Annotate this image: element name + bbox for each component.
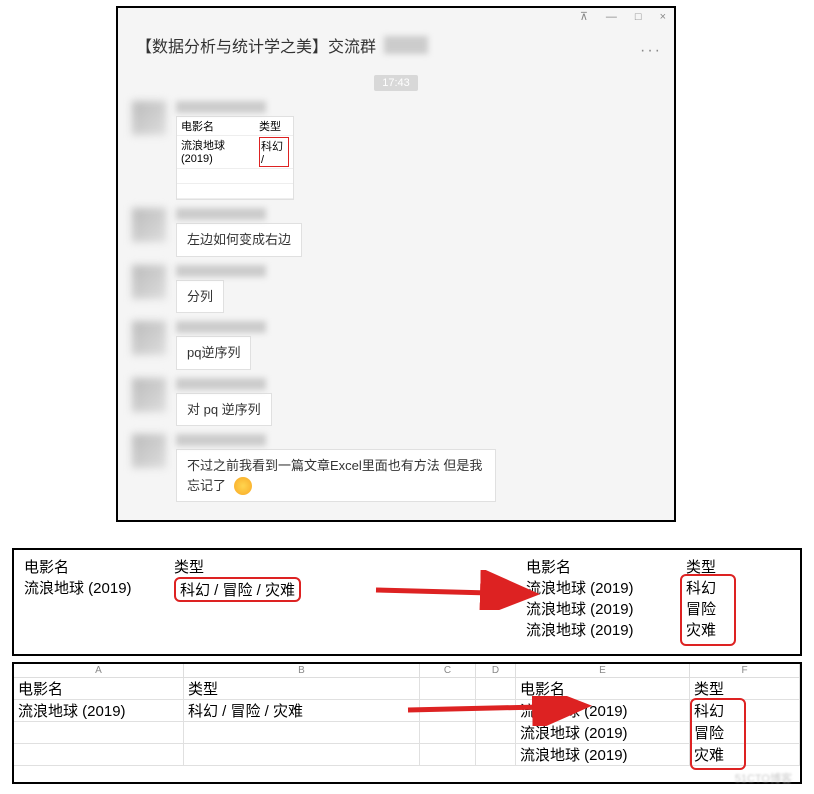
- panel-excel: A B C D E F 电影名 类型 电影名 类型 流浪地球 (2019) 科幻…: [12, 662, 802, 784]
- cell[interactable]: [476, 700, 516, 721]
- excel-grid: 电影名 类型 电影名 类型 流浪地球 (2019) 科幻 / 冒险 / 灾难 流…: [14, 678, 800, 782]
- close-icon[interactable]: ×: [660, 11, 666, 23]
- highlighted-value: 科幻 / 冒险 / 灾难: [174, 577, 301, 602]
- more-icon[interactable]: ···: [640, 42, 662, 60]
- message-row: 对 pq 逆序列: [118, 376, 674, 433]
- cell[interactable]: 流浪地球 (2019): [14, 700, 184, 721]
- panel-split: 电影名 类型 流浪地球 (2019) 科幻 / 冒险 / 灾难 电影名 类型 流…: [12, 548, 802, 656]
- cell[interactable]: [420, 678, 476, 699]
- sender-name: [176, 321, 266, 333]
- red-highlight-box: [690, 698, 746, 770]
- data-cell: 科幻 / 冒险 / 灾难: [170, 577, 350, 602]
- cell[interactable]: [420, 744, 476, 765]
- cell[interactable]: [184, 744, 420, 765]
- cell[interactable]: [476, 722, 516, 743]
- sender-name: [176, 434, 266, 446]
- mini-header: 电影名: [177, 117, 255, 136]
- message-row: 电影名 类型 流浪地球 (2019) 科幻 /: [118, 99, 674, 206]
- maximize-icon[interactable]: □: [635, 11, 642, 23]
- message-bubble[interactable]: 左边如何变成右边: [176, 223, 302, 257]
- chat-title: 【数据分析与统计学之美】交流群: [118, 25, 674, 63]
- cell[interactable]: 电影名: [516, 678, 690, 699]
- chat-window: ⊼ — □ × 【数据分析与统计学之美】交流群 ··· 17:43 电影名 类型: [116, 6, 676, 522]
- minimize-icon[interactable]: —: [606, 11, 617, 23]
- col-header[interactable]: F: [690, 664, 800, 677]
- data-cell: 流浪地球 (2019): [20, 577, 170, 602]
- message-row: 不过之前我看到一篇文章Excel里面也有方法 但是我忘记了: [118, 432, 674, 508]
- message-text: 不过之前我看到一篇文章Excel里面也有方法 但是我忘记了: [187, 458, 482, 493]
- sender-name: [176, 208, 266, 220]
- avatar[interactable]: [132, 378, 166, 412]
- data-cell: 流浪地球 (2019): [522, 619, 682, 640]
- cell[interactable]: [420, 700, 476, 721]
- avatar[interactable]: [132, 208, 166, 242]
- cell[interactable]: 科幻 / 冒险 / 灾难: [184, 700, 420, 721]
- message-bubble[interactable]: 分列: [176, 280, 224, 314]
- cell[interactable]: 流浪地球 (2019): [516, 744, 690, 765]
- cell[interactable]: [184, 722, 420, 743]
- message-bubble[interactable]: pq逆序列: [176, 336, 251, 370]
- sender-name: [176, 101, 266, 113]
- header-cell: 类型: [170, 556, 350, 577]
- column-headers: A B C D E F: [14, 664, 800, 678]
- col-header[interactable]: D: [476, 664, 516, 677]
- message-row: 分列: [118, 263, 674, 320]
- cell[interactable]: [14, 722, 184, 743]
- cell[interactable]: 流浪地球 (2019): [516, 700, 690, 721]
- time-pill: 17:43: [118, 73, 674, 91]
- col-header[interactable]: B: [184, 664, 420, 677]
- message-row: 左边如何变成右边: [118, 206, 674, 263]
- sender-name: [176, 378, 266, 390]
- col-header[interactable]: C: [420, 664, 476, 677]
- cell[interactable]: 电影名: [14, 678, 184, 699]
- message-image-table[interactable]: 电影名 类型 流浪地球 (2019) 科幻 /: [176, 116, 294, 200]
- message-bubble[interactable]: 对 pq 逆序列: [176, 393, 272, 427]
- header-cell: 电影名: [522, 556, 682, 577]
- cell[interactable]: [476, 678, 516, 699]
- avatar[interactable]: [132, 321, 166, 355]
- cell[interactable]: [420, 722, 476, 743]
- data-cell: 流浪地球 (2019): [522, 577, 682, 598]
- avatar[interactable]: [132, 434, 166, 468]
- left-table: 电影名 类型 流浪地球 (2019) 科幻 / 冒险 / 灾难: [20, 556, 350, 602]
- window-titlebar: ⊼ — □ ×: [118, 8, 674, 25]
- emoji-icon: [234, 477, 252, 495]
- cell[interactable]: [476, 744, 516, 765]
- message-bubble[interactable]: 不过之前我看到一篇文章Excel里面也有方法 但是我忘记了: [176, 449, 496, 502]
- cell[interactable]: 类型: [690, 678, 800, 699]
- cell[interactable]: 类型: [184, 678, 420, 699]
- message-row: pq逆序列: [118, 319, 674, 376]
- bottom-panels: 电影名 类型 流浪地球 (2019) 科幻 / 冒险 / 灾难 电影名 类型 流…: [12, 548, 802, 790]
- chat-title-text: 【数据分析与统计学之美】交流群: [136, 33, 376, 57]
- col-header[interactable]: E: [516, 664, 690, 677]
- mini-cell: 流浪地球 (2019): [177, 136, 255, 169]
- sender-name: [176, 265, 266, 277]
- chat-body: 17:43 电影名 类型 流浪地球 (2019) 科幻 /: [118, 63, 674, 520]
- avatar[interactable]: [132, 101, 166, 135]
- data-cell: 流浪地球 (2019): [522, 598, 682, 619]
- blurred-text: [384, 36, 428, 54]
- cell[interactable]: 流浪地球 (2019): [516, 722, 690, 743]
- timestamp: 17:43: [374, 75, 418, 91]
- watermark: 51CTO博客: [735, 770, 792, 786]
- avatar[interactable]: [132, 265, 166, 299]
- mini-cell: 科幻 /: [255, 136, 293, 169]
- cell[interactable]: [14, 744, 184, 765]
- header-cell: 电影名: [20, 556, 170, 577]
- red-highlight-box: [680, 574, 736, 646]
- col-header[interactable]: A: [14, 664, 184, 677]
- pin-icon[interactable]: ⊼: [580, 10, 588, 23]
- mini-header: 类型: [255, 117, 293, 136]
